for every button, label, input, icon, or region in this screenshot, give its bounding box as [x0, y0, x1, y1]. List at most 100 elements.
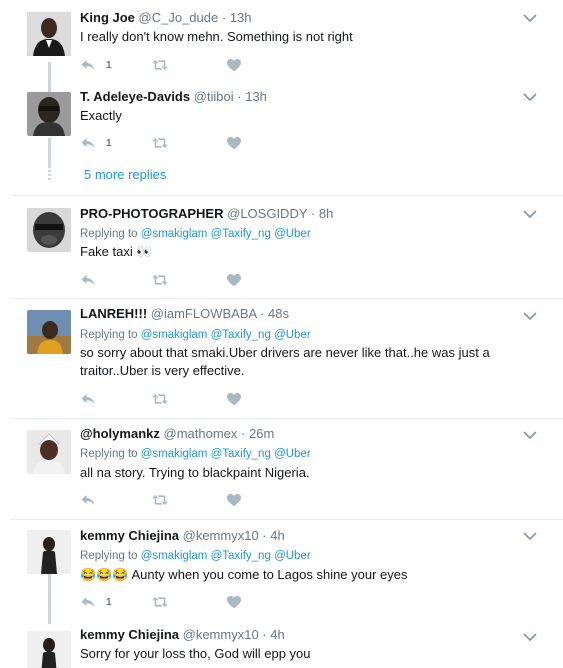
- tweet-text-body: Aunty when you come to Lagos shine your …: [128, 567, 408, 582]
- author-name[interactable]: @holymankz: [80, 426, 160, 441]
- like-button[interactable]: [226, 492, 242, 508]
- retweet-button[interactable]: [151, 594, 169, 610]
- chevron-down-icon[interactable]: [522, 429, 538, 441]
- divider: [10, 298, 563, 299]
- separator-dot: ·: [262, 627, 267, 642]
- replying-to: Replying to @smakiglam @Taxify_ng @Uber: [80, 448, 311, 460]
- tweet-text-line: traitor..Uber is very effective.: [80, 363, 245, 378]
- author-handle[interactable]: @kemmyx10: [183, 627, 259, 642]
- like-button[interactable]: [226, 391, 242, 407]
- mention-link[interactable]: @Uber: [274, 550, 311, 562]
- avatar[interactable]: [27, 430, 71, 474]
- author-handle[interactable]: @tiiboi: [194, 89, 234, 104]
- reply-button[interactable]: 1: [80, 594, 112, 610]
- avatar[interactable]: [27, 208, 71, 252]
- tweet-text: so sorry about that smaki.Uber drivers a…: [80, 344, 490, 380]
- author-name[interactable]: T. Adeleye-Davids: [80, 89, 190, 104]
- tweet-text: 😂😂😂 Aunty when you come to Lagos shine y…: [80, 566, 408, 584]
- mention-link[interactable]: @Taxify_ng: [211, 228, 271, 240]
- mention-link[interactable]: @Uber: [274, 448, 311, 460]
- chevron-down-icon[interactable]: [522, 91, 538, 103]
- mention-link[interactable]: @smakiglam: [141, 329, 208, 341]
- replying-to: Replying to @smakiglam @Taxify_ng @Uber: [80, 228, 311, 240]
- tweet[interactable]: T. Adeleye-Davids @tiiboi · 13h Exactly …: [0, 89, 563, 169]
- retweet-button[interactable]: [151, 391, 169, 407]
- author-name[interactable]: PRO-PHOTOGRAPHER: [80, 206, 224, 221]
- like-button[interactable]: [226, 594, 242, 610]
- timestamp[interactable]: 4h: [270, 627, 284, 642]
- reply-button[interactable]: 1: [80, 135, 112, 151]
- reply-button[interactable]: 1: [80, 57, 112, 73]
- like-button[interactable]: [226, 57, 242, 73]
- retweet-button[interactable]: [151, 135, 169, 151]
- chevron-down-icon[interactable]: [522, 310, 538, 322]
- replying-to: Replying to @smakiglam @Taxify_ng @Uber: [80, 550, 311, 562]
- more-replies-link[interactable]: 5 more replies: [84, 167, 166, 182]
- reply-count: 1: [106, 137, 112, 149]
- timestamp[interactable]: 26m: [249, 426, 274, 441]
- timestamp[interactable]: 13h: [230, 10, 252, 25]
- author-name[interactable]: LANREH!!!: [80, 306, 147, 321]
- replying-label: Replying to: [80, 228, 138, 240]
- tweet[interactable]: kemmy Chiejina @kemmyx10 · 4h Sorry for …: [0, 627, 563, 668]
- tweet-header: PRO-PHOTOGRAPHER @LOSGIDDY · 8h: [80, 206, 333, 222]
- reply-button[interactable]: [80, 492, 96, 508]
- mention-link[interactable]: @Taxify_ng: [211, 550, 271, 562]
- like-button[interactable]: [226, 135, 242, 151]
- author-handle[interactable]: @mathomex: [164, 426, 238, 441]
- timestamp[interactable]: 4h: [270, 528, 284, 543]
- timestamp[interactable]: 8h: [319, 206, 333, 221]
- mention-link[interactable]: @smakiglam: [141, 448, 208, 460]
- author-handle[interactable]: @LOSGIDDY: [227, 206, 307, 221]
- author-name[interactable]: kemmy Chiejina: [80, 627, 179, 642]
- tweet[interactable]: kemmy Chiejina @kemmyx10 · 4h Replying t…: [0, 528, 563, 618]
- chevron-down-icon[interactable]: [522, 208, 538, 220]
- author-handle[interactable]: @kemmyx10: [183, 528, 259, 543]
- retweet-button[interactable]: [151, 492, 169, 508]
- mention-link[interactable]: @smakiglam: [141, 228, 208, 240]
- reply-button[interactable]: [80, 391, 96, 407]
- retweet-icon: [151, 594, 169, 610]
- mention-link[interactable]: @Uber: [274, 329, 311, 341]
- retweet-icon: [151, 57, 169, 73]
- author-handle[interactable]: @iamFLOWBABA: [151, 306, 257, 321]
- tweet-text: Fake taxi 👀: [80, 244, 153, 259]
- author-handle[interactable]: @C_Jo_dude: [139, 10, 219, 25]
- heart-icon: [226, 135, 242, 151]
- retweet-button[interactable]: [151, 272, 169, 288]
- mention-link[interactable]: @Uber: [274, 228, 311, 240]
- retweet-icon: [151, 492, 169, 508]
- reply-icon: [80, 135, 96, 151]
- avatar[interactable]: [27, 12, 71, 56]
- avatar[interactable]: [27, 631, 71, 668]
- tweet-header: kemmy Chiejina @kemmyx10 · 4h: [80, 528, 285, 544]
- author-name[interactable]: kemmy Chiejina: [80, 528, 179, 543]
- retweet-icon: [151, 135, 169, 151]
- tweet[interactable]: LANREH!!! @iamFLOWBABA · 48s Replying to…: [0, 306, 563, 414]
- timestamp[interactable]: 13h: [245, 89, 267, 104]
- tweet[interactable]: @holymankz @mathomex · 26m Replying to @…: [0, 426, 563, 516]
- avatar[interactable]: [27, 92, 71, 136]
- retweet-icon: [151, 391, 169, 407]
- tweet[interactable]: PRO-PHOTOGRAPHER @LOSGIDDY · 8h Replying…: [0, 206, 563, 296]
- like-button[interactable]: [226, 272, 242, 288]
- chevron-down-icon[interactable]: [522, 12, 538, 24]
- tweet-text: I really don't know mehn. Something is n…: [80, 29, 353, 44]
- tweet-text: Sorry for your loss tho, God will epp yo…: [80, 646, 311, 661]
- timestamp[interactable]: 48s: [268, 306, 289, 321]
- avatar[interactable]: [27, 310, 71, 354]
- mention-link[interactable]: @smakiglam: [141, 550, 208, 562]
- tweet[interactable]: King Joe @C_Jo_dude · 13h I really don't…: [0, 10, 563, 90]
- chevron-down-icon[interactable]: [522, 530, 538, 542]
- tweet-text-line: so sorry about that smaki.Uber drivers a…: [80, 345, 490, 360]
- mention-link[interactable]: @Taxify_ng: [211, 329, 271, 341]
- avatar[interactable]: [27, 530, 71, 574]
- author-name[interactable]: King Joe: [80, 10, 135, 25]
- reply-button[interactable]: [80, 272, 96, 288]
- retweet-button[interactable]: [151, 57, 169, 73]
- reply-icon: [80, 391, 96, 407]
- mention-link[interactable]: @Taxify_ng: [211, 448, 271, 460]
- chevron-down-icon[interactable]: [522, 631, 538, 643]
- tweet-header: King Joe @C_Jo_dude · 13h: [80, 10, 252, 26]
- reply-icon: [80, 492, 96, 508]
